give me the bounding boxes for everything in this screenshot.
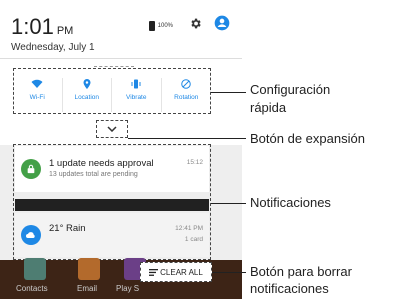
callout-line-notifications [211, 203, 246, 204]
phone-screen: 1:01 PM Wednesday, July 1 100% Wi-Fi Loc… [0, 0, 242, 299]
callout-line-clear [212, 272, 246, 273]
clear-all-button[interactable]: CLEAR ALL [140, 262, 212, 282]
clear-all-label: CLEAR ALL [160, 267, 203, 277]
expand-button[interactable] [96, 120, 128, 138]
callout-clear-2: notificaciones [250, 281, 329, 296]
wifi-icon [31, 79, 43, 88]
status-icons: 100% [148, 15, 230, 36]
tile-rotation[interactable]: Rotation [162, 78, 212, 112]
tile-location[interactable]: Location [63, 78, 112, 112]
quick-settings-tiles: Wi-Fi Location Vibrate Rotation [13, 78, 211, 112]
tile-vibrate[interactable]: Vibrate [112, 78, 162, 112]
notifications-outline [13, 144, 211, 260]
callout-quick-settings-1: Configuración [250, 82, 331, 97]
vibrate-icon [131, 79, 141, 89]
account-icon[interactable] [214, 15, 230, 36]
callout-notifications: Notificaciones [250, 195, 331, 210]
clear-all-icon [149, 268, 159, 276]
callout-clear-1: Botón para borrar [250, 264, 352, 279]
email-icon[interactable] [78, 258, 100, 280]
quick-settings-panel: 1:01 PM Wednesday, July 1 100% Wi-Fi Loc… [0, 0, 242, 145]
divider [0, 58, 242, 59]
callout-line-expand [128, 138, 246, 139]
battery-indicator: 100% [148, 20, 173, 31]
contacts-icon[interactable] [24, 258, 46, 280]
gear-icon[interactable] [189, 17, 202, 35]
clock: 1:01 PM [11, 14, 74, 39]
date-label: Wednesday, July 1 [11, 42, 95, 53]
callout-quick-settings-2: rápida [250, 100, 287, 115]
drag-handle[interactable] [94, 66, 134, 67]
tile-wifi[interactable]: Wi-Fi [13, 78, 63, 112]
location-icon [83, 79, 91, 89]
battery-icon [148, 20, 155, 31]
chevron-down-icon [107, 126, 117, 132]
dock-label-contacts: Contacts [16, 284, 48, 293]
callout-line-quick-settings [211, 92, 246, 93]
dock-label-email: Email [77, 284, 98, 293]
rotation-icon [181, 79, 191, 89]
callout-expand: Botón de expansión [250, 131, 365, 146]
dock-label-play: Play S [116, 284, 140, 293]
